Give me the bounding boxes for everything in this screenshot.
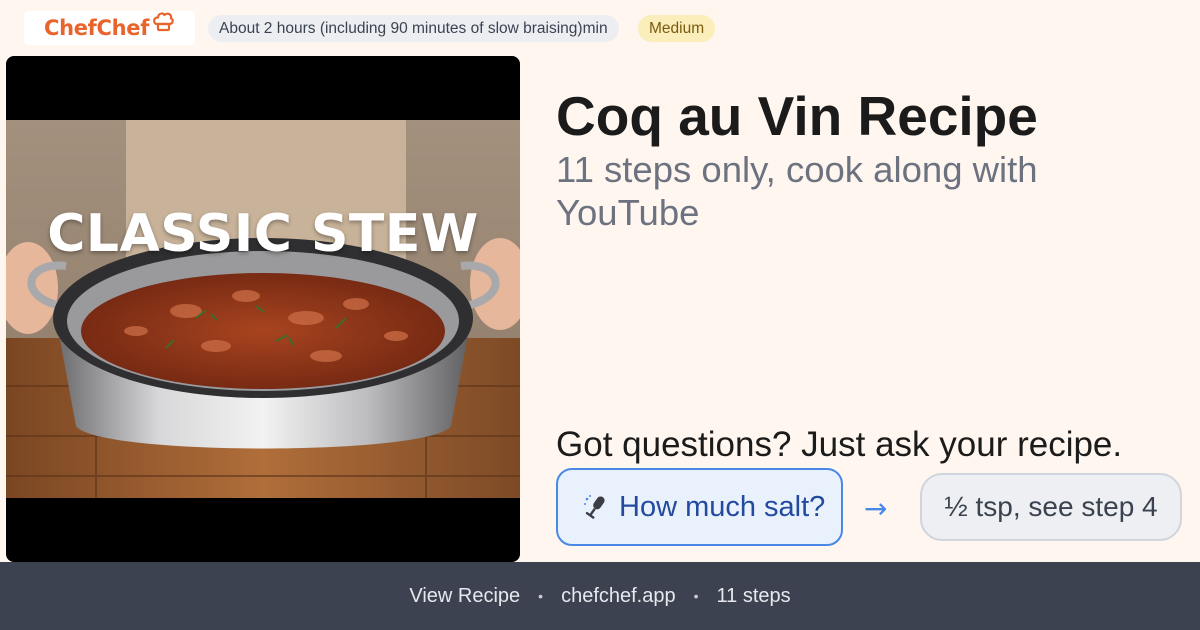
footer-separator: • — [538, 588, 544, 604]
chef-hat-icon — [151, 10, 175, 39]
footer-separator: • — [693, 588, 699, 604]
thumbnail-caption: CLASSIC STEW — [47, 204, 479, 264]
steps-count: 11 steps — [716, 584, 791, 607]
footer-bar: View Recipe • chefchef.app • 11 steps — [0, 562, 1200, 630]
example-answer-text: ½ tsp, see step 4 — [944, 491, 1158, 522]
cook-time-badge: About 2 hours (including 90 minutes of s… — [208, 15, 619, 42]
ask-prompt: Got questions? Just ask your recipe. — [556, 425, 1123, 464]
example-question-text: How much salt? — [619, 490, 826, 523]
recipe-title: Coq au Vin Recipe — [556, 85, 1038, 147]
video-thumbnail[interactable]: CLASSIC STEW — [6, 56, 520, 562]
logo-text: ChefChef — [43, 16, 150, 40]
stew-pot-illustration — [6, 120, 520, 498]
recipe-subtitle: 11 steps only, cook along with YouTube — [556, 149, 1038, 233]
example-question-button[interactable]: How much salt? — [556, 468, 843, 546]
view-recipe-link[interactable]: View Recipe — [409, 585, 520, 608]
example-answer-bubble: ½ tsp, see step 4 — [920, 473, 1182, 541]
brand-logo[interactable]: ChefChef — [24, 11, 195, 45]
site-link[interactable]: chefchef.app — [561, 585, 676, 608]
microphone-icon — [582, 493, 610, 521]
right-arrow-icon: → — [864, 492, 888, 525]
difficulty-badge: Medium — [638, 15, 716, 42]
